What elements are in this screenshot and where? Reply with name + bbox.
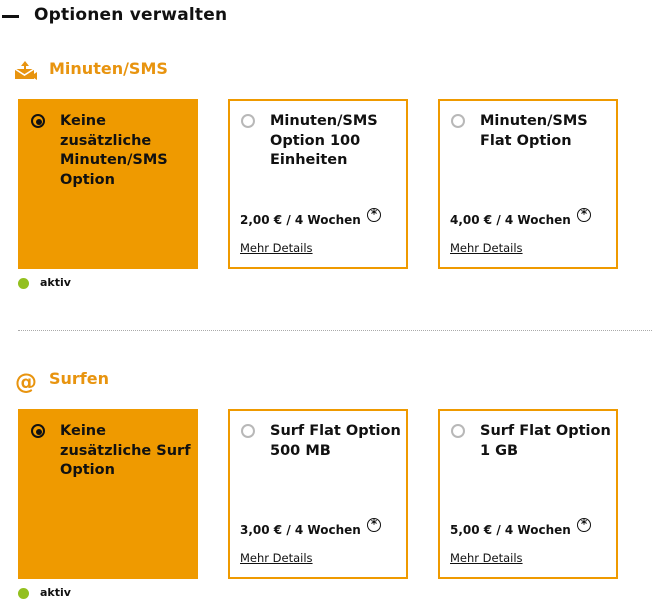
footnote-star-icon: *: [367, 518, 381, 532]
details-link[interactable]: Mehr Details: [450, 551, 523, 565]
page-title: Optionen verwalten: [34, 5, 228, 25]
status-label: aktiv: [40, 276, 71, 289]
section-surfen: @ Surfen Keine zusätzliche Surf Option S…: [0, 368, 652, 611]
footnote-star-icon: *: [577, 208, 591, 222]
details-link[interactable]: Mehr Details: [450, 241, 523, 255]
option-card-sms-100[interactable]: Minuten/SMS Option 100 Einheiten 2,00 € …: [228, 99, 408, 269]
option-price: 2,00 € / 4 Wochen: [240, 213, 361, 227]
footnote-star-icon: *: [577, 518, 591, 532]
status-dot-icon: [18, 278, 29, 289]
radio-button[interactable]: [451, 424, 465, 438]
option-card-surf-500mb[interactable]: Surf Flat Option 500 MB 3,00 € / 4 Woche…: [228, 409, 408, 579]
section-title: Surfen: [49, 369, 110, 388]
details-link[interactable]: Mehr Details: [240, 241, 313, 255]
option-price: 5,00 € / 4 Wochen: [450, 523, 571, 537]
radio-button[interactable]: [31, 424, 45, 438]
radio-button[interactable]: [241, 424, 255, 438]
status-dot-icon: [18, 588, 29, 599]
option-title: Keine zusätzliche Surf Option: [60, 423, 191, 478]
option-card-keine-surf[interactable]: Keine zusätzliche Surf Option: [18, 409, 198, 579]
option-card-keine-sms[interactable]: Keine zusätzliche Minuten/SMS Option: [18, 99, 198, 269]
option-card-sms-flat[interactable]: Minuten/SMS Flat Option 4,00 € / 4 Woche…: [438, 99, 618, 269]
details-link[interactable]: Mehr Details: [240, 551, 313, 565]
option-card-surf-1gb[interactable]: Surf Flat Option 1 GB 5,00 € / 4 Wochen …: [438, 409, 618, 579]
section-minuten-sms: Minuten/SMS Keine zusätzliche Minuten/SM…: [0, 58, 652, 298]
section-header: @ Surfen: [0, 368, 400, 396]
section-divider: [18, 330, 652, 331]
option-price: 3,00 € / 4 Wochen: [240, 523, 361, 537]
collapse-minus-icon[interactable]: [2, 15, 19, 18]
radio-button[interactable]: [241, 114, 255, 128]
page-header: Optionen verwalten: [0, 0, 652, 34]
section-title: Minuten/SMS: [49, 59, 168, 78]
sms-envelope-icon: [14, 61, 37, 80]
option-title: Minuten/SMS Flat Option: [480, 113, 588, 149]
svg-text:@: @: [15, 370, 37, 394]
radio-button[interactable]: [451, 114, 465, 128]
section-header: Minuten/SMS: [0, 58, 400, 86]
option-title: Minuten/SMS Option 100 Einheiten: [270, 113, 378, 168]
status-label: aktiv: [40, 586, 71, 599]
option-title: Surf Flat Option 500 MB: [270, 423, 401, 459]
option-price: 4,00 € / 4 Wochen: [450, 213, 571, 227]
option-title: Keine zusätzliche Minuten/SMS Option: [60, 113, 168, 188]
footnote-star-icon: *: [367, 208, 381, 222]
at-sign-icon: @: [15, 370, 37, 394]
radio-button[interactable]: [31, 114, 45, 128]
option-title: Surf Flat Option 1 GB: [480, 423, 611, 459]
